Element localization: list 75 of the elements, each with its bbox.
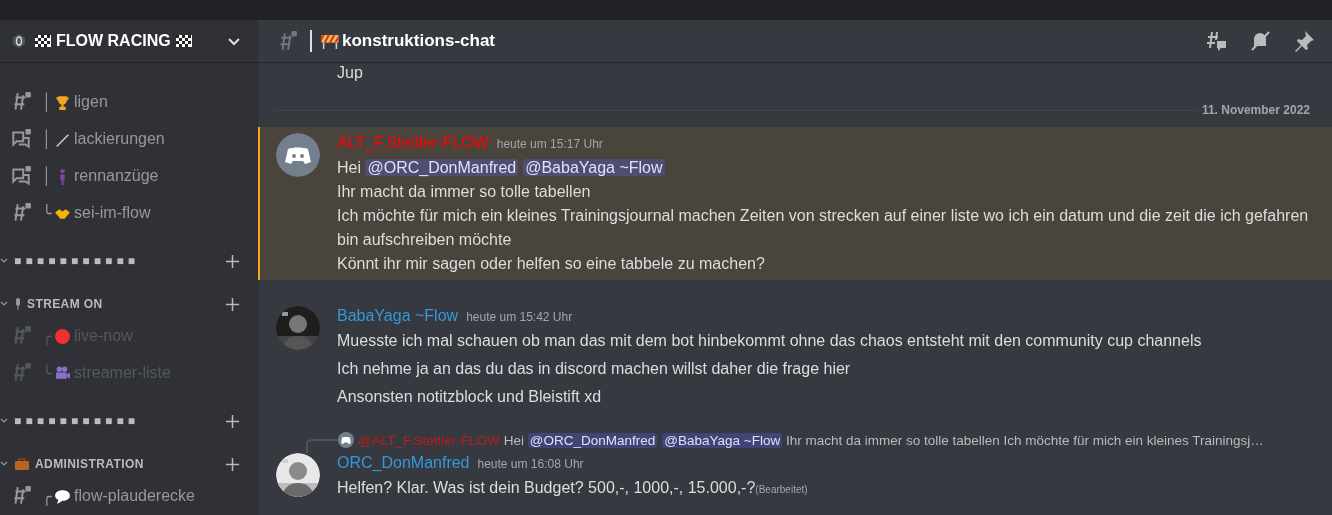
channel-prefix: ╰ (41, 363, 53, 383)
chevron-down-icon (0, 460, 8, 468)
channel-item[interactable]: │ ligen (0, 85, 258, 119)
server-name: FLOW RACING (56, 32, 171, 50)
movie-camera-icon (54, 364, 71, 382)
channel-title: konstruktions-chat (342, 31, 496, 51)
speech-bubble-icon (54, 487, 71, 505)
chevron-down-icon (0, 300, 8, 308)
channel-item[interactable]: ╰ sei-im-flow (0, 196, 258, 230)
edited-label: (Bearbeitet) (755, 484, 808, 495)
reply-preview: Hei @ORC_DonManfred @BabaYaga ~Flow Ihr macht da immer so tolle tabellen Ich möchte für mich ein kleines Trainingsj… (503, 432, 1264, 448)
user-mention[interactable]: @BabaYaga ~Flow (523, 159, 665, 176)
author-name[interactable]: ORC_DonManfred (337, 451, 470, 475)
category-name: ■ ■ ■ ■ ■ ■ ■ ■ ■ ■ ■ (14, 254, 137, 268)
channel-prefix: ╰ (41, 203, 53, 223)
user-mention[interactable]: @BabaYaga ~Flow (662, 432, 783, 448)
message-text: Helfen? Klar. Was ist dein Budget? 500,-, 1000,-, 15.000,-?(Bearbeitet) (337, 478, 809, 498)
plus-icon[interactable] (225, 456, 240, 472)
checkered-flag-icon (35, 35, 51, 47)
channel-name: rennanzüge (74, 167, 159, 185)
channel-name: ligen (74, 93, 108, 111)
timestamp: heute um 15:17 Uhr (496, 136, 603, 153)
channel-prefix: │ (41, 93, 53, 111)
user-mention[interactable]: @ORC_DonManfred (527, 432, 658, 448)
category-name: ■ ■ ■ ■ ■ ■ ■ ■ ■ ■ ■ (14, 414, 137, 428)
locked-forum-icon (10, 128, 32, 150)
channel-prefix: ╭ (41, 486, 53, 506)
barrier-icon (320, 32, 340, 50)
user-mention[interactable]: @ORC_DonManfred (365, 159, 519, 176)
server-header[interactable]: FLOW RACING (0, 20, 258, 62)
message-text: Ich nehme ja an das du das in discord machen willst daher die frage hier (337, 359, 852, 379)
trophy-icon (54, 93, 71, 111)
plus-icon[interactable] (225, 253, 240, 269)
record-dot-icon (54, 327, 71, 345)
category-header[interactable]: ADMINISTRATION (0, 452, 258, 476)
channel-name: sei-im-flow (74, 204, 151, 222)
server-badge-icon (11, 33, 27, 49)
locked-forum-icon (10, 165, 32, 187)
plus-icon[interactable] (225, 296, 240, 312)
message-text: Muesste ich mal schauen ob man das mit dem bot hinbekommt ohne das chaos entsteht mit den community cup channels (337, 331, 1203, 351)
reply-author: @ALT_F.Stettler-FLOW (358, 432, 500, 448)
chevron-down-icon (0, 257, 8, 265)
microphone-icon (14, 297, 22, 311)
chevron-down-icon (0, 417, 8, 425)
message-text: Hei @ORC_DonManfred @BabaYaga ~Flow (337, 158, 666, 178)
checkered-flag-icon (175, 35, 192, 47)
threads-icon[interactable] (1204, 29, 1228, 53)
plus-icon[interactable] (225, 413, 240, 429)
channel-item[interactable]: │ rennanzüge (0, 159, 258, 193)
channel-prefix: ╭ (41, 326, 53, 346)
message-text: Ansonsten notitzblock und Bleistift xd (337, 387, 603, 407)
channel-prefix: │ (41, 130, 53, 148)
channel-name: flow-plauderecke (74, 487, 195, 505)
channel-item[interactable]: ╭ flow-plauderecke (0, 479, 258, 513)
default-avatar-icon (276, 133, 320, 177)
author-name[interactable]: BabaYaga ~Flow (337, 304, 459, 328)
message-text: Ich möchte für mich ein kleines Trainingsjournal machen Zeiten von strecken auf einer liste wo ich ein datum und die zeit die ich gefahren bin aufschreiben möchte (337, 206, 1310, 250)
date-divider: 11. November 2022 (1200, 103, 1311, 117)
default-avatar-icon (338, 432, 354, 448)
message-text: Jup (336, 63, 364, 83)
channel-prefix: │ (41, 167, 53, 185)
category-name: ADMINISTRATION (35, 457, 145, 471)
channel-name: lackierungen (74, 130, 165, 148)
category-header[interactable]: STREAM ON (0, 292, 258, 316)
message-text: Ihr macht da immer so tolle tabellen (337, 182, 592, 202)
message-text: Könnt ihr mir sagen oder helfen so eine tabbele zu machen? (337, 254, 766, 274)
channel-item[interactable]: │ lackierungen (0, 122, 258, 156)
category-header[interactable]: ■ ■ ■ ■ ■ ■ ■ ■ ■ ■ ■ (0, 409, 258, 433)
category-name: STREAM ON (27, 297, 104, 311)
author-name[interactable]: ALT_F.Stettler-FLOW (337, 131, 489, 155)
muted-bell-icon[interactable] (1248, 29, 1272, 53)
timestamp: heute um 15:42 Uhr (466, 309, 573, 326)
briefcase-icon (14, 457, 30, 471)
category-header[interactable]: ■ ■ ■ ■ ■ ■ ■ ■ ■ ■ ■ (0, 249, 258, 273)
timestamp: heute um 16:08 Uhr (477, 456, 584, 473)
